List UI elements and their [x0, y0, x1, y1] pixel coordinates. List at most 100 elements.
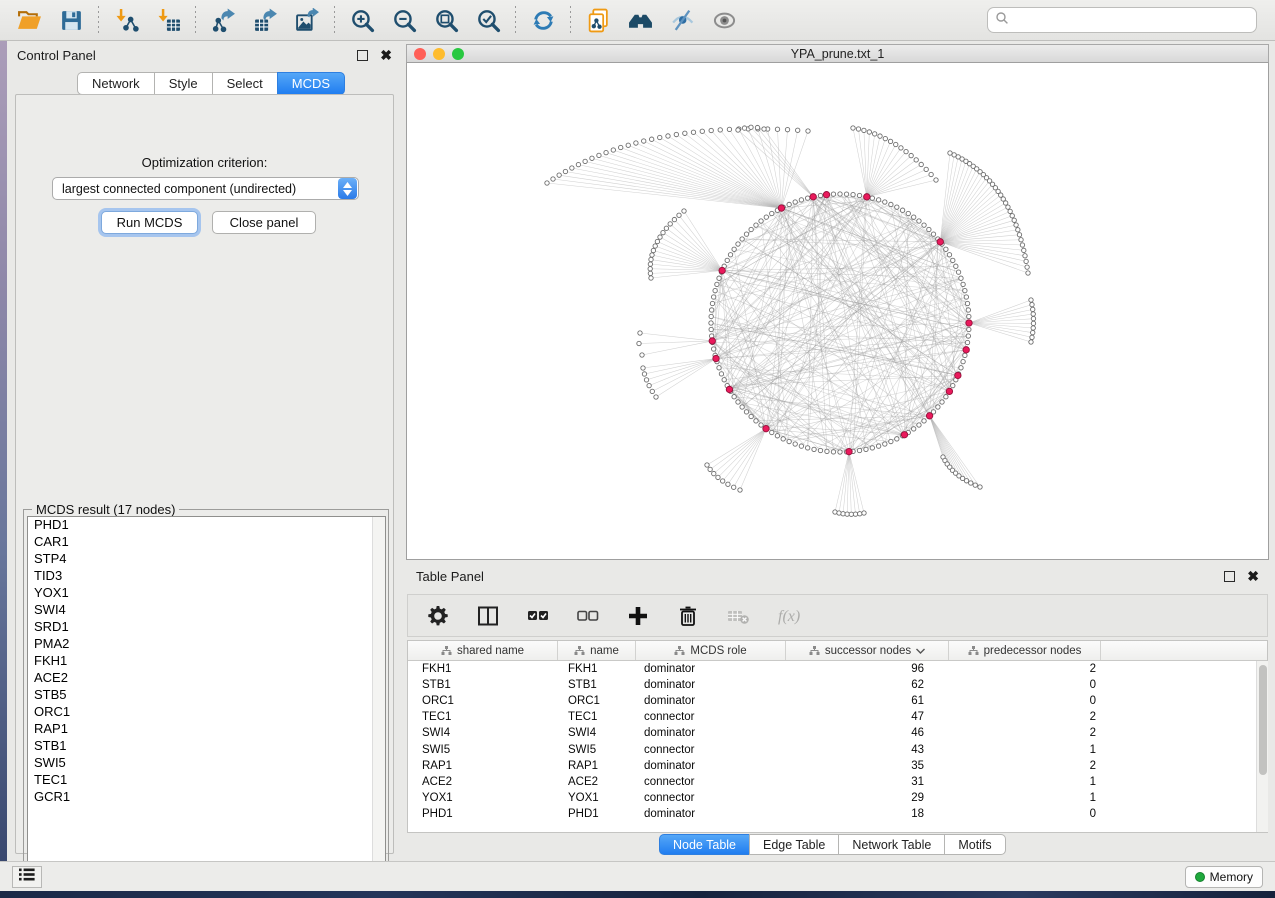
network-node[interactable]	[812, 447, 816, 451]
network-node[interactable]	[944, 394, 948, 398]
network-leaf-node[interactable]	[919, 162, 923, 166]
network-node[interactable]	[717, 276, 721, 280]
table-row[interactable]: SWI5SWI5connector431	[408, 741, 1267, 757]
network-leaf-node[interactable]	[716, 475, 720, 479]
network-leaf-node[interactable]	[642, 372, 646, 376]
mcds-result-item[interactable]: STB5	[28, 687, 385, 704]
network-leaf-node[interactable]	[1023, 254, 1027, 258]
network-node[interactable]	[770, 211, 774, 215]
network-leaf-node[interactable]	[762, 127, 766, 131]
network-leaf-node[interactable]	[654, 395, 658, 399]
network-leaf-node[interactable]	[795, 128, 799, 132]
network-node[interactable]	[857, 448, 861, 452]
mcds-hub-node[interactable]	[823, 192, 829, 198]
network-node[interactable]	[922, 223, 926, 227]
network-leaf-node[interactable]	[909, 153, 913, 157]
mcds-hub-node[interactable]	[937, 239, 943, 245]
network-node[interactable]	[838, 450, 842, 454]
network-node[interactable]	[740, 237, 744, 241]
mcds-hub-node[interactable]	[810, 194, 816, 200]
network-leaf-node[interactable]	[1029, 298, 1033, 302]
network-leaf-node[interactable]	[642, 139, 646, 143]
network-leaf-node[interactable]	[708, 467, 712, 471]
network-leaf-node[interactable]	[883, 136, 887, 140]
close-panel-icon[interactable]: ✖	[380, 48, 392, 62]
mcds-result-item[interactable]: SWI4	[28, 602, 385, 619]
network-node[interactable]	[964, 295, 968, 299]
eye-icon[interactable]	[709, 5, 739, 35]
network-node[interactable]	[961, 282, 965, 286]
open-session-icon[interactable]	[14, 5, 44, 35]
network-node[interactable]	[749, 227, 753, 231]
import-network-icon[interactable]	[111, 5, 141, 35]
network-leaf-node[interactable]	[862, 511, 866, 515]
select-all-icon[interactable]	[526, 604, 550, 628]
zoom-fit-icon[interactable]	[431, 5, 461, 35]
deselect-all-icon[interactable]	[576, 604, 600, 628]
network-leaf-node[interactable]	[899, 146, 903, 150]
network-node[interactable]	[740, 405, 744, 409]
network-node[interactable]	[911, 427, 915, 431]
network-leaf-node[interactable]	[551, 177, 555, 181]
network-leaf-node[interactable]	[604, 150, 608, 154]
network-leaf-node[interactable]	[914, 158, 918, 162]
network-node[interactable]	[956, 270, 960, 274]
table-row[interactable]: RAP1RAP1dominator352	[408, 758, 1267, 774]
network-canvas[interactable]	[406, 63, 1269, 560]
network-leaf-node[interactable]	[1031, 312, 1035, 316]
mcds-result-item[interactable]: SWI5	[28, 755, 385, 772]
network-node[interactable]	[818, 448, 822, 452]
network-leaf-node[interactable]	[806, 129, 810, 133]
network-node[interactable]	[870, 196, 874, 200]
network-leaf-node[interactable]	[672, 217, 676, 221]
network-leaf-node[interactable]	[691, 130, 695, 134]
table-scrollbar-thumb[interactable]	[1259, 665, 1267, 775]
network-node[interactable]	[864, 447, 868, 451]
network-node[interactable]	[911, 215, 915, 219]
network-node[interactable]	[838, 192, 842, 196]
network-leaf-node[interactable]	[872, 132, 876, 136]
network-node[interactable]	[947, 253, 951, 257]
network-node[interactable]	[787, 202, 791, 206]
columns-icon[interactable]	[476, 604, 500, 628]
network-node[interactable]	[719, 372, 723, 376]
network-leaf-node[interactable]	[1029, 340, 1033, 344]
network-leaf-node[interactable]	[668, 222, 672, 226]
network-leaf-node[interactable]	[731, 485, 735, 489]
mcds-hub-node[interactable]	[963, 347, 969, 353]
search-input[interactable]	[1009, 13, 1249, 27]
network-node[interactable]	[831, 192, 835, 196]
network-leaf-node[interactable]	[653, 244, 657, 248]
network-leaf-node[interactable]	[1019, 238, 1023, 242]
network-leaf-node[interactable]	[1006, 205, 1010, 209]
network-node[interactable]	[940, 400, 944, 404]
network-leaf-node[interactable]	[775, 127, 779, 131]
mcds-result-list[interactable]: PHD1CAR1STP4TID3YOX1SWI4SRD1PMA2FKH1ACE2…	[27, 516, 386, 876]
close-panel-button[interactable]: Close panel	[212, 211, 316, 234]
network-leaf-node[interactable]	[1014, 223, 1018, 227]
network-node[interactable]	[895, 437, 899, 441]
column-header-shared-name[interactable]: shared name	[408, 641, 558, 660]
network-node[interactable]	[709, 327, 713, 331]
zoom-selected-icon[interactable]	[473, 5, 503, 35]
delete-icon[interactable]	[676, 604, 700, 628]
network-leaf-node[interactable]	[677, 213, 681, 217]
network-leaf-node[interactable]	[666, 134, 670, 138]
network-node[interactable]	[831, 450, 835, 454]
run-mcds-button[interactable]: Run MCDS	[101, 211, 198, 234]
network-leaf-node[interactable]	[700, 129, 704, 133]
network-node[interactable]	[754, 419, 758, 423]
mcds-result-item[interactable]: SRD1	[28, 619, 385, 636]
network-node[interactable]	[715, 282, 719, 286]
network-node[interactable]	[961, 359, 965, 363]
network-node[interactable]	[709, 308, 713, 312]
network-leaf-node[interactable]	[1031, 321, 1035, 325]
network-window-titlebar[interactable]: YPA_prune.txt_1	[406, 44, 1269, 63]
network-leaf-node[interactable]	[590, 156, 594, 160]
network-node[interactable]	[799, 444, 803, 448]
zoom-out-icon[interactable]	[389, 5, 419, 35]
network-leaf-node[interactable]	[878, 134, 882, 138]
column-header-MCDS-role[interactable]: MCDS role	[636, 641, 786, 660]
network-node[interactable]	[967, 314, 971, 318]
network-leaf-node[interactable]	[644, 378, 648, 382]
